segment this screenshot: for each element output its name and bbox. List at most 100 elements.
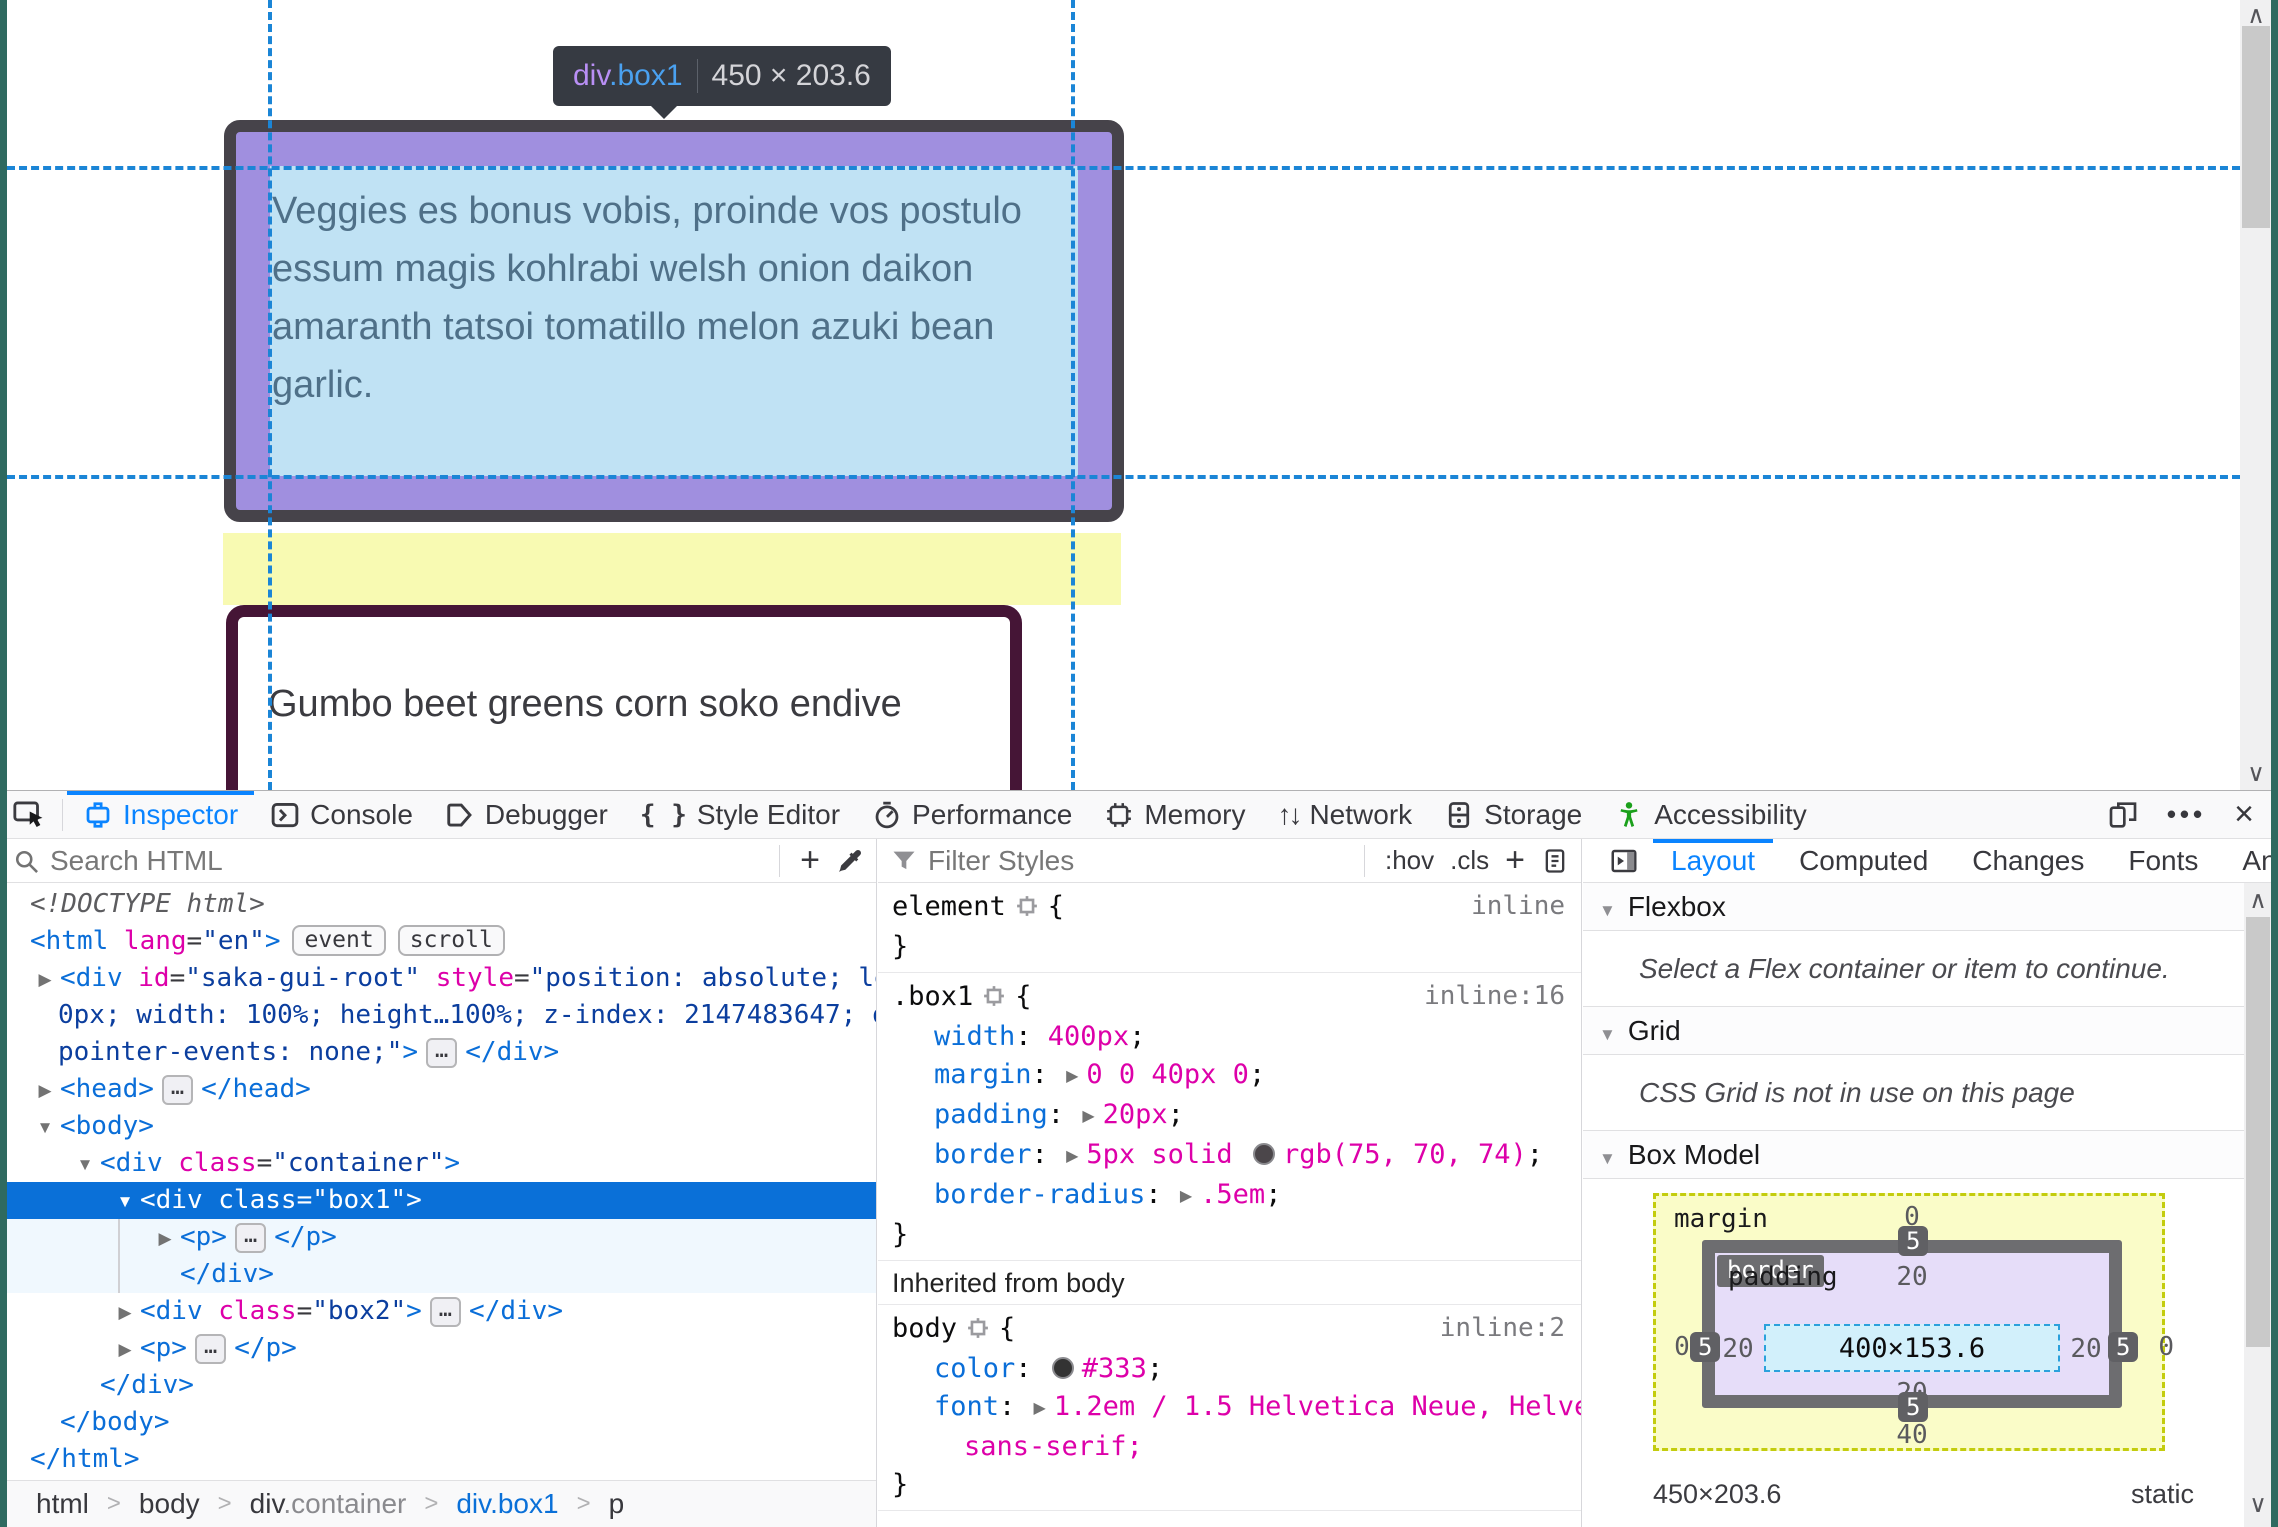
border-top-value[interactable]: 5 <box>1898 1226 1929 1256</box>
content-box[interactable]: 400×153.6 <box>1764 1324 2060 1372</box>
border-bottom-value[interactable]: 5 <box>1898 1392 1929 1422</box>
tab-console[interactable]: Console <box>254 791 429 838</box>
scrollbar-down-icon[interactable]: ∨ <box>2244 1493 2272 1517</box>
node-badge[interactable]: event <box>292 925 386 956</box>
inline-ellipsis-button[interactable]: … <box>234 1223 267 1253</box>
scrollbar-down-icon[interactable]: ∨ <box>2240 762 2272 786</box>
node-badge[interactable]: scroll <box>397 925 505 956</box>
tree-row[interactable]: ▼ <div class="box1"> <box>0 1182 876 1219</box>
css-declaration[interactable]: width: 400px; <box>878 1018 1581 1056</box>
sidebar-scrollbar-thumb[interactable] <box>2246 917 2270 1347</box>
breadcrumb-item[interactable]: div.container <box>250 1488 407 1520</box>
padding-right-value[interactable]: 20 <box>2056 1334 2116 1364</box>
twisty-collapsed-icon[interactable]: ▶ <box>110 1294 140 1331</box>
pseudo-class-button[interactable]: :hov <box>1385 845 1434 876</box>
sidebar-tab-changes[interactable]: Changes <box>1950 839 2106 882</box>
breadcrumb-item[interactable]: div.box1 <box>456 1488 558 1520</box>
tab-debugger[interactable]: Debugger <box>429 791 624 838</box>
tree-row[interactable]: ▶ <head>… </head> <box>0 1071 876 1108</box>
search-input[interactable]: Search HTML <box>50 845 223 877</box>
sidebar-tab-fonts[interactable]: Fonts <box>2106 839 2220 882</box>
value-expander-icon[interactable]: ▶ <box>1066 1138 1078 1176</box>
tree-row[interactable]: pointer-events: none;">… </div> <box>0 1034 876 1071</box>
padding-left-value[interactable]: 20 <box>1708 1334 1768 1364</box>
twisty-collapsed-icon[interactable]: ▶ <box>110 1331 140 1368</box>
inline-ellipsis-button[interactable]: … <box>161 1075 194 1105</box>
sidebar-tab-computed[interactable]: Computed <box>1777 839 1950 882</box>
tree-row[interactable]: </div> <box>0 1256 876 1293</box>
filter-styles-input[interactable]: Filter Styles <box>928 845 1074 877</box>
value-expander-icon[interactable]: ▶ <box>1066 1058 1078 1096</box>
grid-section-header[interactable]: ▼ Grid <box>1583 1007 2278 1055</box>
inline-ellipsis-button[interactable]: … <box>426 1038 458 1068</box>
tab-style-editor[interactable]: { } Style Editor <box>624 791 856 838</box>
tree-row[interactable]: ▶ <div class="box2">… </div> <box>0 1293 876 1330</box>
breadcrumb-item[interactable]: html <box>36 1488 89 1520</box>
tab-memory[interactable]: Memory <box>1088 791 1261 838</box>
tree-row[interactable]: 0px; width: 100%; height…100%; z-index: … <box>0 997 876 1034</box>
sidebar-toggle-button[interactable] <box>1595 846 1649 876</box>
scrollbar-up-icon[interactable]: ∧ <box>2240 4 2272 28</box>
selector-highlighter-icon[interactable] <box>1016 890 1038 928</box>
margin-right-value[interactable]: 0 <box>2114 1332 2174 1362</box>
sidebar-tab-layout[interactable]: Layout <box>1649 839 1777 882</box>
twisty-expanded-icon[interactable]: ▼ <box>30 1109 60 1146</box>
css-declaration[interactable]: font: ▶1.2em / 1.5 Helvetica Neue, Helve… <box>878 1388 1581 1428</box>
tree-row[interactable]: </body> <box>0 1404 876 1441</box>
color-swatch[interactable] <box>1051 1357 1074 1379</box>
tree-row[interactable]: <!DOCTYPE html> <box>0 886 876 923</box>
color-swatch[interactable] <box>1252 1143 1275 1165</box>
twisty-collapsed-icon[interactable]: ▶ <box>30 1072 60 1109</box>
twisty-collapsed-icon[interactable]: ▶ <box>30 961 60 998</box>
tab-inspector[interactable]: Inspector <box>67 791 255 838</box>
value-expander-icon[interactable]: ▶ <box>1082 1098 1094 1136</box>
twisty-expanded-icon[interactable]: ▼ <box>110 1183 140 1220</box>
class-list-button[interactable]: .cls <box>1450 845 1489 876</box>
flexbox-section-header[interactable]: ▼ Flexbox <box>1583 883 2278 931</box>
tab-accessibility[interactable]: Accessibility <box>1598 791 1822 838</box>
page-scrollbar[interactable]: ∧ ∨ <box>2240 0 2272 790</box>
inline-ellipsis-button[interactable]: … <box>194 1334 227 1364</box>
selector-highlighter-icon[interactable] <box>983 980 1005 1018</box>
css-declaration[interactable]: padding: ▶ 20px; <box>878 1096 1581 1136</box>
margin-bottom-value[interactable]: 40 <box>1882 1420 1942 1450</box>
stylesheet-link[interactable]: inline <box>1471 891 1565 921</box>
add-node-button[interactable]: + <box>800 841 820 880</box>
close-icon[interactable]: × <box>2224 795 2264 835</box>
pick-element-button[interactable] <box>0 791 58 838</box>
tree-row[interactable]: ▼ <body> <box>0 1108 876 1145</box>
css-declaration[interactable]: margin: ▶ 0 0 40px 0; <box>878 1056 1581 1096</box>
tree-row[interactable]: ▶ <p>… </p> <box>0 1219 876 1256</box>
tree-row[interactable]: ▼ <div class="container"> <box>0 1145 876 1182</box>
eyedropper-icon[interactable] <box>836 847 864 875</box>
responsive-design-button[interactable] <box>2097 795 2149 835</box>
breadcrumb-item[interactable]: body <box>139 1488 200 1520</box>
css-declaration[interactable]: color: #333; <box>878 1350 1581 1388</box>
meatball-menu-icon[interactable]: ••• <box>2157 795 2216 835</box>
css-declaration[interactable]: border-radius: ▶ .5em; <box>878 1176 1581 1216</box>
inline-ellipsis-button[interactable]: … <box>429 1297 462 1327</box>
tab-network[interactable]: ↑↓ Network <box>1261 791 1428 838</box>
padding-top-value[interactable]: 20 <box>1882 1262 1942 1292</box>
stylesheet-link[interactable]: inline:16 <box>1424 981 1565 1011</box>
scrollbar-up-icon[interactable]: ∧ <box>2244 889 2272 913</box>
print-styles-icon[interactable] <box>1541 847 1569 875</box>
tree-row[interactable]: ▶ <p>… </p> <box>0 1330 876 1367</box>
tree-row[interactable]: ▶ <div id="saka-gui-root" style="position… <box>0 960 876 997</box>
stylesheet-link[interactable]: inline:2 <box>1440 1313 1565 1343</box>
value-expander-icon[interactable]: ▶ <box>1034 1390 1046 1428</box>
selector-highlighter-icon[interactable] <box>967 1312 989 1350</box>
page-scrollbar-thumb[interactable] <box>2242 26 2270 228</box>
tree-row[interactable]: </div> <box>0 1367 876 1404</box>
breadcrumb-item[interactable]: p <box>609 1488 625 1520</box>
sidebar-scrollbar[interactable]: ∧ ∨ <box>2244 883 2272 1527</box>
tab-storage[interactable]: Storage <box>1428 791 1598 838</box>
add-rule-button[interactable]: + <box>1505 841 1525 880</box>
value-expander-icon[interactable]: ▶ <box>1180 1178 1192 1216</box>
twisty-expanded-icon[interactable]: ▼ <box>70 1146 100 1183</box>
tree-row[interactable]: </html> <box>0 1441 876 1478</box>
twisty-collapsed-icon[interactable]: ▶ <box>150 1220 180 1257</box>
boxmodel-section-header[interactable]: ▼ Box Model <box>1583 1131 2278 1179</box>
css-declaration[interactable]: border: ▶ 5px solid rgb(75, 70, 74); <box>878 1136 1581 1176</box>
sidebar-tab-animati[interactable]: Animati <box>2220 839 2278 882</box>
